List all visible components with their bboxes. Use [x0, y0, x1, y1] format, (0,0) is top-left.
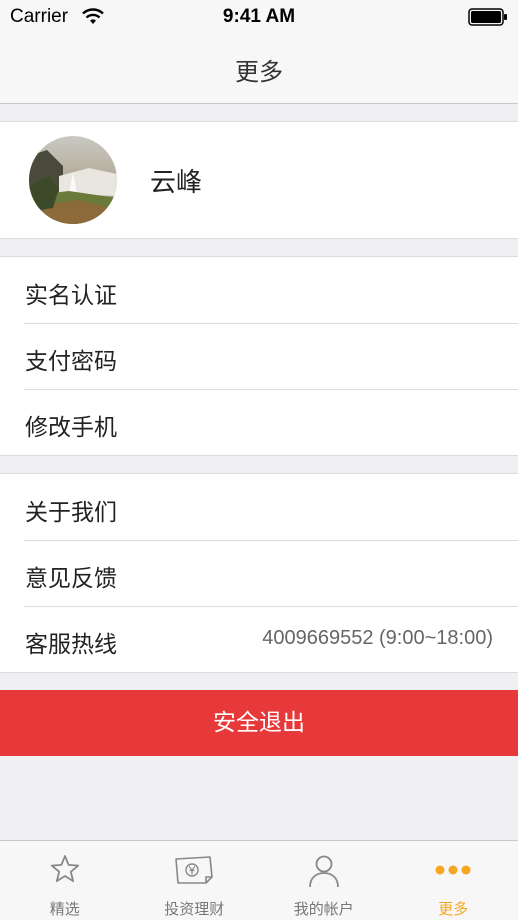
more-dots-icon — [435, 865, 471, 875]
tab-my-account[interactable]: 我的帐户 — [259, 841, 389, 920]
clock: 9:41 AM — [222, 6, 296, 27]
row-label: 实名认证 — [25, 283, 117, 309]
row-payment-password[interactable]: 支付密码 — [0, 323, 518, 389]
user-icon — [308, 855, 339, 888]
logout-button[interactable]: 安全退出 — [0, 690, 518, 756]
avatar-landscape-image — [29, 136, 117, 224]
page-title: 更多 — [235, 58, 283, 86]
row-change-phone[interactable]: 修改手机 — [0, 389, 518, 455]
row-about-us[interactable]: 关于我们 — [0, 474, 518, 540]
tab-label: 我的帐户 — [293, 900, 354, 918]
tab-label: 精选 — [49, 900, 80, 918]
profile-card[interactable]: 云峰 — [0, 121, 518, 239]
row-customer-hotline[interactable]: 客服热线 4009669552 (9:00~18:00) — [0, 606, 518, 672]
row-real-name-verification[interactable]: 实名认证 — [0, 257, 518, 323]
tab-investment[interactable]: 投资理财 — [130, 841, 260, 920]
navigation-bar: 更多 — [0, 36, 518, 104]
tab-featured[interactable]: 精选 — [0, 841, 130, 920]
row-label: 支付密码 — [25, 349, 117, 375]
account-settings-group: 实名认证 支付密码 修改手机 — [0, 256, 518, 456]
row-feedback[interactable]: 意见反馈 — [0, 540, 518, 606]
tab-more[interactable]: 更多 — [389, 841, 518, 920]
row-label: 关于我们 — [25, 500, 117, 526]
about-group: 关于我们 意见反馈 客服热线 4009669552 (9:00~18:00) — [0, 473, 518, 673]
row-label: 意见反馈 — [25, 566, 117, 592]
tab-bar: 精选 投资理财 我的帐户 更多 — [0, 840, 518, 920]
tab-label: 更多 — [438, 900, 469, 918]
profile-name: 云峰 — [150, 168, 203, 198]
money-icon — [175, 856, 214, 884]
status-bar: Carrier 9:41 AM — [0, 0, 518, 36]
row-label: 客服热线 — [25, 632, 117, 658]
avatar[interactable] — [29, 136, 117, 224]
star-icon — [50, 855, 79, 882]
hotline-number[interactable]: 4009669552 (9:00~18:00) — [262, 627, 493, 650]
row-label: 修改手机 — [25, 415, 117, 441]
battery-icon — [468, 8, 507, 26]
tab-label: 投资理财 — [164, 900, 225, 918]
